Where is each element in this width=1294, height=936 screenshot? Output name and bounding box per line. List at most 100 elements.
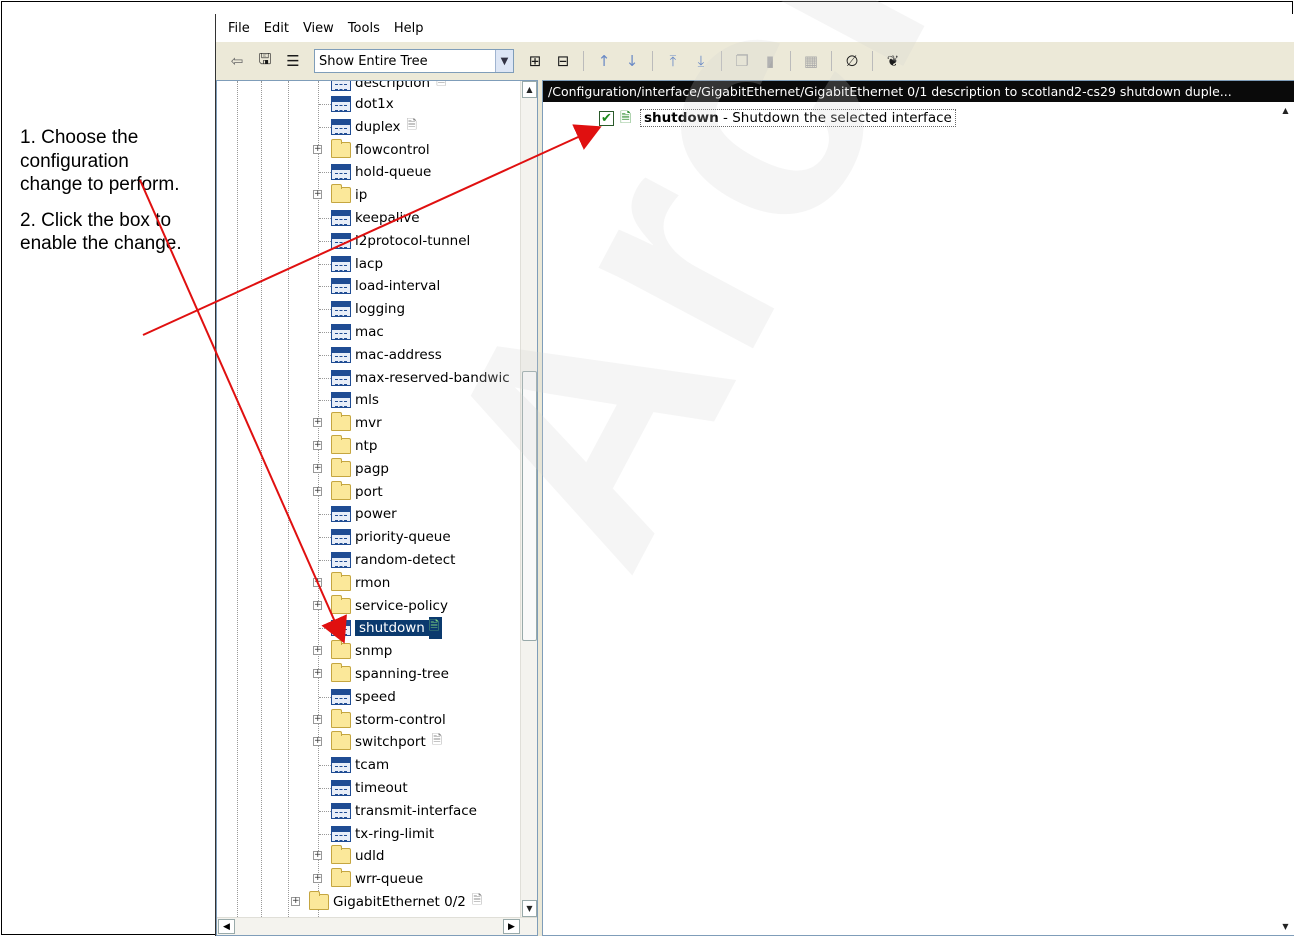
view-select[interactable]: Show Entire Tree ▼ xyxy=(314,49,514,73)
tree-item-duplex[interactable]: duplex 🗎 xyxy=(319,116,417,138)
tree-item-flowcontrol[interactable]: + flowcontrol xyxy=(313,138,430,161)
expand-icon[interactable]: + xyxy=(313,190,322,200)
tree-item-shutdown[interactable]: shutdown 🗎 xyxy=(319,617,443,640)
tree-horizontal-scrollbar[interactable]: ◀ ▶ xyxy=(217,917,537,935)
config-item-icon xyxy=(331,164,351,181)
tree-item-switchport[interactable]: + switchport 🗎 xyxy=(313,731,442,753)
move-down-icon[interactable]: ↓ xyxy=(621,50,643,72)
tree-item-spanning-tree[interactable]: + spanning-tree xyxy=(313,663,449,685)
expand-icon[interactable]: + xyxy=(313,441,322,450)
tree-item-random-detect[interactable]: random-detect xyxy=(319,549,456,571)
scroll-up-button[interactable]: ▲ xyxy=(522,81,537,98)
toolbar-separator xyxy=(790,51,791,71)
menu-view[interactable]: View xyxy=(303,21,334,36)
expand-icon[interactable]: + xyxy=(313,600,322,610)
expand-icon[interactable]: + xyxy=(313,874,322,884)
tree-item-timeout[interactable]: timeout xyxy=(319,777,408,799)
detail-vertical-scrollbar[interactable]: ▲ ▼ xyxy=(1277,102,1294,935)
tree-item-label: mac xyxy=(355,324,384,340)
expand-icon[interactable]: + xyxy=(313,486,322,496)
expand-icon[interactable]: + xyxy=(291,897,300,906)
scroll-down-button[interactable]: ▼ xyxy=(1278,918,1293,935)
config-tree: description 🗎 dot1x duplex 🗎 + flowcontrol ho… xyxy=(217,81,522,917)
document-icon[interactable]: ☰ xyxy=(282,50,304,72)
menu-edit[interactable]: Edit xyxy=(264,21,289,36)
tree-item-dot1x[interactable]: dot1x xyxy=(319,93,394,115)
expand-icon[interactable]: + xyxy=(313,714,322,724)
tree-item-lacp[interactable]: lacp xyxy=(319,253,383,275)
tree-item-priority-queue[interactable]: priority-queue xyxy=(319,526,451,548)
tree-item-power[interactable]: power xyxy=(319,503,397,525)
tree-connector xyxy=(319,400,331,402)
tree-item-tcam[interactable]: tcam xyxy=(319,754,389,776)
tree-item-label: mvr xyxy=(355,415,382,432)
expand-icon[interactable]: + xyxy=(313,418,322,428)
tree-item-rmon[interactable]: + rmon xyxy=(313,571,390,594)
tree-item-gigabitethernet-0-2[interactable]: + GigabitEthernet 0/2 🗎 xyxy=(291,891,482,913)
copy-icon[interactable]: ❐ xyxy=(731,50,753,72)
tree-item-port[interactable]: + port xyxy=(313,480,383,503)
tree-item-udld[interactable]: + udld xyxy=(313,845,384,867)
menu-tools[interactable]: Tools xyxy=(348,21,380,36)
add-config-icon: 🗎 xyxy=(620,110,632,126)
tree-item-label: mac-address xyxy=(355,346,442,363)
tree-item-service-policy[interactable]: + service-policy xyxy=(313,594,448,617)
chevron-down-icon[interactable]: ▼ xyxy=(495,50,513,72)
expand-icon[interactable]: + xyxy=(313,577,322,587)
tree-item-logging[interactable]: logging xyxy=(319,298,405,320)
cancel-icon[interactable]: ∅ xyxy=(841,50,863,72)
tree-item-l2protocol-tunnel[interactable]: l2protocol-tunnel xyxy=(319,230,471,252)
scrollbar-thumb[interactable] xyxy=(522,371,537,641)
grid-icon[interactable]: ▦ xyxy=(800,50,822,72)
tree-item-ntp[interactable]: + ntp xyxy=(313,435,377,457)
enable-checkbox[interactable]: ✔ xyxy=(599,110,614,126)
expand-icon[interactable]: + xyxy=(313,144,322,154)
expand-icon[interactable]: + xyxy=(313,737,322,747)
scroll-down-button[interactable]: ▼ xyxy=(522,900,537,917)
tree-item-hold-queue[interactable]: hold-queue xyxy=(319,161,431,183)
tree-vertical-scrollbar[interactable]: ▲ ▼ xyxy=(520,81,537,917)
tree-item-max-reserved-bandwic[interactable]: max-reserved-bandwic xyxy=(319,367,510,389)
tree-item-keepalive[interactable]: keepalive xyxy=(319,207,420,229)
tree-item-speed[interactable]: speed xyxy=(319,686,396,708)
tree-item-wrr-queue[interactable]: + wrr-queue xyxy=(313,868,423,890)
folder-icon xyxy=(331,435,351,454)
tree-connector xyxy=(319,286,331,288)
tree-item-mls[interactable]: mls xyxy=(319,389,379,411)
delete-icon[interactable]: ▮ xyxy=(759,50,781,72)
scroll-right-button[interactable]: ▶ xyxy=(503,919,520,934)
expand-icon[interactable]: + xyxy=(313,669,322,678)
annotation-step-2: 2. Click the box to enable the change. xyxy=(20,209,182,255)
back-arrow-icon[interactable]: ⇦ xyxy=(226,50,248,72)
tree-item-transmit-interface[interactable]: transmit-interface xyxy=(319,800,477,822)
tree-item-label: l2protocol-tunnel xyxy=(355,232,471,249)
expand-icon[interactable]: + xyxy=(313,851,322,861)
tree-item-pagp[interactable]: + pagp xyxy=(313,457,389,480)
tree-connector xyxy=(319,126,331,128)
move-bottom-icon[interactable]: ⤓ xyxy=(690,50,712,72)
menu-help[interactable]: Help xyxy=(394,21,424,36)
tree-item-load-interval[interactable]: load-interval xyxy=(319,275,440,297)
tree-item-ip[interactable]: + ip xyxy=(313,184,367,206)
folder-icon xyxy=(331,571,351,591)
tree-item-mac-address[interactable]: mac-address xyxy=(319,344,442,366)
menu-file[interactable]: File xyxy=(228,21,250,36)
expand-icon[interactable]: + xyxy=(313,646,322,656)
wizard-icon[interactable]: ❦ xyxy=(882,50,904,72)
expand-all-icon[interactable]: ⊞ xyxy=(524,50,546,72)
expand-icon[interactable]: + xyxy=(313,463,322,473)
tree-item-mvr[interactable]: + mvr xyxy=(313,412,382,434)
save-icon[interactable]: 🖫 xyxy=(254,50,276,72)
scroll-up-button[interactable]: ▲ xyxy=(1278,102,1293,119)
tree-connector xyxy=(319,218,331,219)
move-up-icon[interactable]: ↑ xyxy=(593,50,615,72)
scroll-left-button[interactable]: ◀ xyxy=(218,919,235,934)
tree-item-storm-control[interactable]: + storm-control xyxy=(313,708,446,731)
collapse-all-icon[interactable]: ⊟ xyxy=(552,50,574,72)
config-item-shutdown[interactable]: ✔ 🗎 shutdown - Shutdown the selected int… xyxy=(599,109,956,127)
tree-item-snmp[interactable]: + snmp xyxy=(313,640,392,662)
tree-item-label: random-detect xyxy=(355,552,456,568)
tree-item-mac[interactable]: mac xyxy=(319,321,384,343)
tree-item-tx-ring-limit[interactable]: tx-ring-limit xyxy=(319,823,434,845)
move-top-icon[interactable]: ⤒ xyxy=(662,50,684,72)
